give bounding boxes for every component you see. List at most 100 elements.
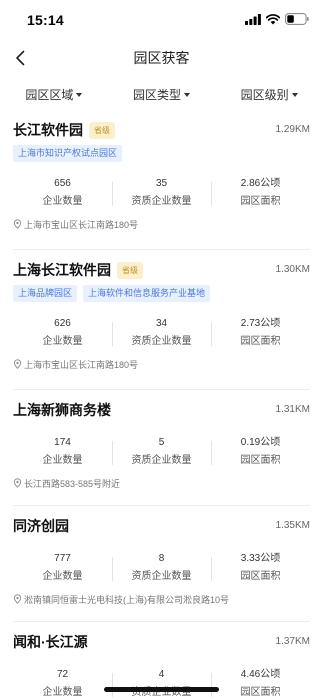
nav-bar: 园区获客 <box>0 40 323 76</box>
stat-park-area: 4.46公顷 园区面积 <box>211 667 310 700</box>
caret-down-icon <box>76 92 83 97</box>
home-indicator[interactable] <box>104 687 219 692</box>
park-tag: 上海市知识产权试点园区 <box>13 145 123 162</box>
park-name: 闻和·长江源 <box>13 634 88 650</box>
distance: 1.37KM <box>275 636 310 647</box>
status-time: 15:14 <box>27 12 64 28</box>
filter-bar: 园区区域 园区类型 园区级别 <box>0 80 323 108</box>
stat-label: 企业数量 <box>42 687 83 698</box>
park-address: 淞南镇同恒雷士光电科技(上海)有限公司淞良路10号 <box>13 588 310 610</box>
stats-row: 777 企业数量 8 资质企业数量 3.33公顷 园区面积 <box>13 548 310 588</box>
park-card[interactable]: 长江软件园 省级 1.29KM 上海市知识产权试点园区 656 企业数量 35 … <box>13 110 310 250</box>
caret-down-icon <box>184 92 191 97</box>
stat-label: 企业数量 <box>42 196 83 207</box>
location-pin-icon <box>13 594 22 604</box>
stats-row: 72 企业数量 4 资质企业数量 4.46公顷 园区面积 <box>13 664 310 700</box>
stat-park-area: 3.33公顷 园区面积 <box>211 551 310 585</box>
stat-value: 8 <box>158 553 165 564</box>
address-text: 长江西路583-585号附近 <box>24 478 121 489</box>
distance: 1.30KM <box>275 264 310 275</box>
stat-label: 资质企业数量 <box>131 196 192 207</box>
distance: 1.35KM <box>275 520 310 531</box>
stat-label: 园区面积 <box>240 571 281 582</box>
stat-label: 资质企业数量 <box>131 455 192 466</box>
stat-qualified-count: 4 资质企业数量 <box>112 667 211 700</box>
distance: 1.29KM <box>275 124 310 135</box>
level-badge: 省级 <box>117 261 143 279</box>
cellular-signal-icon <box>245 13 261 25</box>
stat-value: 2.86公顷 <box>240 178 281 189</box>
stat-value: 34 <box>155 318 168 329</box>
filter-label: 园区类型 <box>133 87 182 102</box>
stat-value: 35 <box>155 178 168 189</box>
filter-label: 园区区域 <box>25 87 74 102</box>
stat-company-count: 626 企业数量 <box>13 316 112 350</box>
filter-park-level[interactable]: 园区级别 <box>215 80 323 108</box>
caret-down-icon <box>291 92 298 97</box>
stat-value: 3.33公顷 <box>240 553 281 564</box>
level-badge: 省级 <box>89 121 115 139</box>
park-card[interactable]: 上海长江软件园 省级 1.30KM 上海品牌园区 上海软件和信息服务产业基地 6… <box>13 250 310 390</box>
location-pin-icon <box>13 219 22 229</box>
wifi-icon <box>266 13 280 24</box>
stat-company-count: 777 企业数量 <box>13 551 112 585</box>
stat-park-area: 2.86公顷 园区面积 <box>211 176 310 210</box>
stats-row: 626 企业数量 34 资质企业数量 2.73公顷 园区面积 <box>13 313 310 353</box>
stat-park-area: 2.73公顷 园区面积 <box>211 316 310 350</box>
stat-value: 626 <box>54 318 71 329</box>
stat-qualified-count: 8 资质企业数量 <box>112 551 211 585</box>
park-name: 同济创园 <box>13 518 69 534</box>
filter-park-region[interactable]: 园区区域 <box>0 80 108 108</box>
stat-company-count: 72 企业数量 <box>13 667 112 700</box>
stats-row: 174 企业数量 5 资质企业数量 0.19公顷 园区面积 <box>13 432 310 472</box>
location-pin-icon <box>13 359 22 369</box>
stat-value: 2.73公顷 <box>240 318 281 329</box>
park-tag: 上海品牌园区 <box>13 285 78 302</box>
park-address: 上海市宝山区长江南路180号 <box>13 213 310 235</box>
park-tag: 上海软件和信息服务产业基地 <box>83 285 211 302</box>
stat-value: 4 <box>158 669 165 680</box>
stat-park-area: 0.19公顷 园区面积 <box>211 435 310 469</box>
park-address: 上海市宝山区长江南路180号 <box>13 353 310 375</box>
filter-park-type[interactable]: 园区类型 <box>108 80 216 108</box>
stat-label: 园区面积 <box>240 687 281 698</box>
status-icons <box>245 13 309 25</box>
stat-value: 777 <box>54 553 71 564</box>
stat-label: 园区面积 <box>240 336 281 347</box>
park-list: 长江软件园 省级 1.29KM 上海市知识产权试点园区 656 企业数量 35 … <box>0 110 323 700</box>
stat-qualified-count: 34 资质企业数量 <box>112 316 211 350</box>
park-name: 上海新狮商务楼 <box>13 402 111 418</box>
stat-label: 企业数量 <box>42 336 83 347</box>
address-text: 淞南镇同恒雷士光电科技(上海)有限公司淞良路10号 <box>24 594 230 605</box>
stat-label: 企业数量 <box>42 571 83 582</box>
stat-label: 资质企业数量 <box>131 571 192 582</box>
stat-value: 656 <box>54 178 71 189</box>
location-pin-icon <box>13 478 22 488</box>
tag-list: 上海市知识产权试点园区 <box>13 145 310 165</box>
park-name: 上海长江软件园 <box>13 262 111 278</box>
stat-label: 企业数量 <box>42 455 83 466</box>
stat-company-count: 656 企业数量 <box>13 176 112 210</box>
page-title: 园区获客 <box>133 50 190 66</box>
park-address: 长江西路583-585号附近 <box>13 472 310 494</box>
stat-label: 园区面积 <box>240 455 281 466</box>
park-card[interactable]: 上海新狮商务楼 1.31KM 174 企业数量 5 资质企业数量 0.19公顷 … <box>13 390 310 506</box>
stat-company-count: 174 企业数量 <box>13 435 112 469</box>
address-text: 上海市宝山区长江南路180号 <box>24 219 139 230</box>
stat-qualified-count: 5 资质企业数量 <box>112 435 211 469</box>
stat-label: 资质企业数量 <box>131 336 192 347</box>
stat-qualified-count: 35 资质企业数量 <box>112 176 211 210</box>
stat-value: 5 <box>158 437 165 448</box>
stat-value: 4.46公顷 <box>240 669 281 680</box>
stats-row: 656 企业数量 35 资质企业数量 2.86公顷 园区面积 <box>13 173 310 213</box>
status-bar: 15:14 <box>0 0 323 40</box>
distance: 1.31KM <box>275 404 310 415</box>
filter-label: 园区级别 <box>240 87 289 102</box>
stat-label: 园区面积 <box>240 196 281 207</box>
stat-value: 72 <box>56 669 69 680</box>
park-name: 长江软件园 <box>13 122 83 138</box>
stat-value: 0.19公顷 <box>240 437 281 448</box>
address-text: 上海市宝山区长江南路180号 <box>24 359 139 370</box>
park-card[interactable]: 同济创园 1.35KM 777 企业数量 8 资质企业数量 3.33公顷 园区面… <box>13 506 310 622</box>
tag-list: 上海品牌园区 上海软件和信息服务产业基地 <box>13 285 310 305</box>
